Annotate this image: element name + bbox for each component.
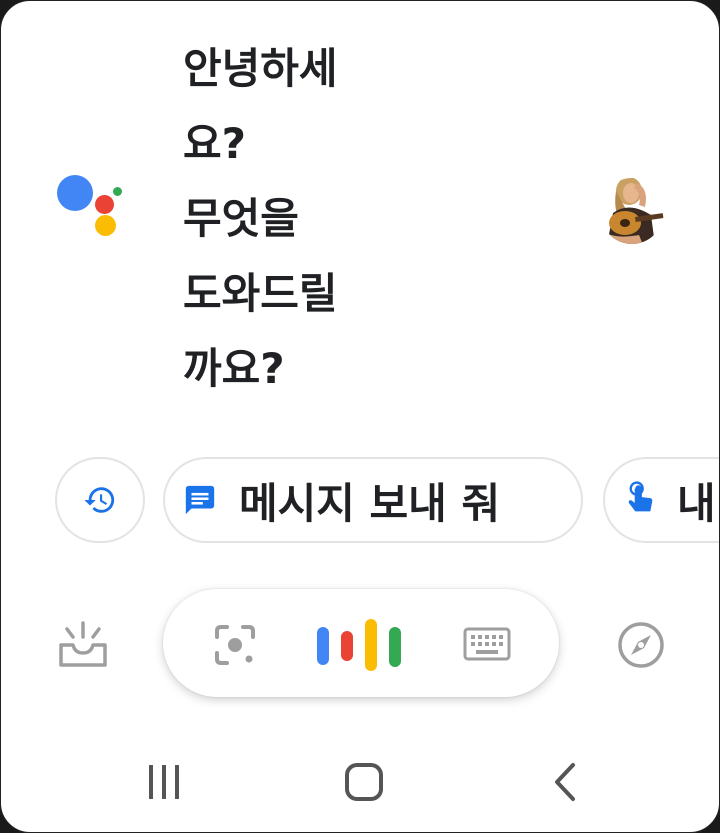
compass-icon[interactable] <box>613 617 669 673</box>
send-message-label: 메시지 보내 줘 <box>239 478 501 528</box>
history-chip[interactable] <box>55 457 145 543</box>
touch-hand-icon <box>628 481 653 512</box>
assistant-sheet: 안녕하세 요? 무엇을 도와드릴 까요? 메시지 보내 줘 내 <box>0 0 720 833</box>
user-avatar[interactable] <box>599 171 665 245</box>
greeting-line: 까요? <box>183 344 285 393</box>
lens-icon[interactable] <box>213 623 257 667</box>
home-icon[interactable] <box>339 757 389 807</box>
history-icon <box>84 487 115 513</box>
greeting-line: 요? <box>183 119 247 168</box>
suggestion-chips: 메시지 보내 줘 내 <box>1 457 719 547</box>
assistant-input-bar <box>1 589 719 699</box>
third-suggestion-chip[interactable]: 내 <box>603 457 719 543</box>
back-icon[interactable] <box>541 757 591 807</box>
keyboard-icon[interactable] <box>463 627 511 661</box>
input-pill <box>163 589 559 697</box>
greeting-line: 무엇을 <box>183 194 299 243</box>
greeting-text: 안녕하세 요? 무엇을 도와드릴 까요? <box>183 31 443 406</box>
avatar-photo-icon <box>600 178 664 244</box>
third-suggestion-label: 내 <box>677 478 716 528</box>
system-navigation-bar <box>1 741 719 821</box>
message-icon <box>185 485 215 515</box>
updates-tray-icon[interactable] <box>55 617 111 673</box>
greeting-line: 안녕하세 <box>183 44 338 93</box>
google-mic-bars-icon[interactable] <box>313 617 405 673</box>
assistant-logo-icon <box>53 173 129 239</box>
send-message-chip[interactable]: 메시지 보내 줘 <box>163 457 583 543</box>
recents-icon[interactable] <box>139 757 189 807</box>
greeting-line: 도와드릴 <box>183 269 338 318</box>
